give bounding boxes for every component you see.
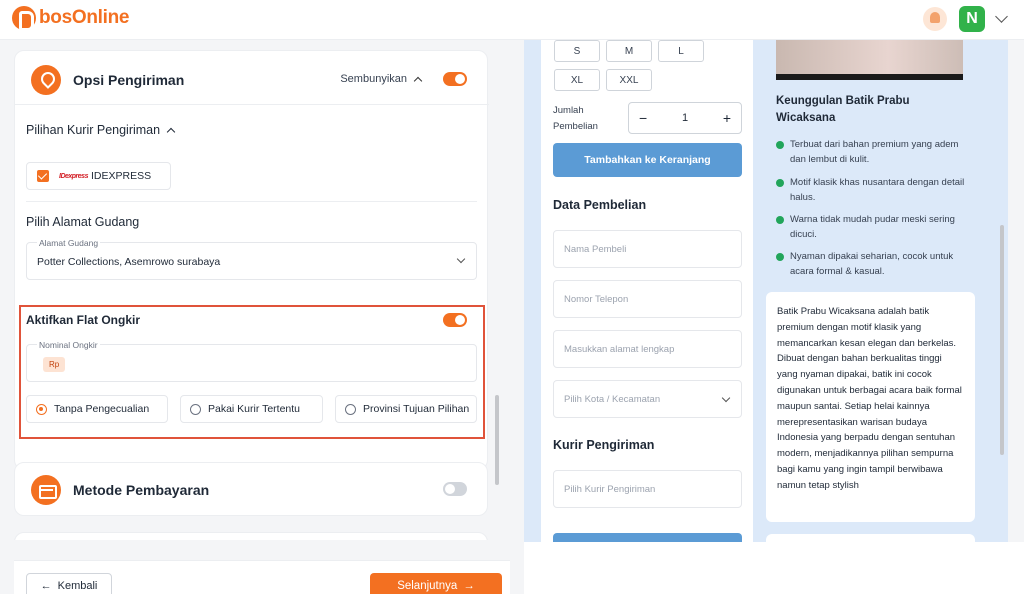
courier-checkbox[interactable] — [37, 170, 49, 182]
footer-bar: ← Kembali Selanjutnya → — [14, 560, 510, 594]
logo-icon — [12, 6, 36, 31]
nominal-field-label: Nominal Ongkir — [37, 340, 100, 350]
product-description: Batik Prabu Wicaksana adalah batik premi… — [766, 292, 975, 522]
check-icon — [776, 141, 784, 149]
top-bar: bosOnline N — [0, 0, 1024, 40]
shipping-header: Opsi Pengiriman — [31, 65, 184, 95]
check-icon — [776, 253, 784, 261]
size-option-m[interactable]: M — [606, 40, 652, 62]
size-option-l[interactable]: L — [658, 40, 704, 62]
courier-title: Kurir Pengiriman — [553, 438, 655, 452]
arrow-left-icon: ← — [40, 580, 52, 592]
divider — [15, 104, 489, 105]
divider — [26, 201, 477, 202]
courier-name: IDEXPRESS — [91, 170, 152, 182]
app-name: bosOnline — [39, 7, 130, 28]
chevron-down-icon — [721, 393, 731, 403]
advantage-item: Motif klasik khas nusantara dengan detai… — [776, 175, 966, 205]
avatar[interactable]: N — [959, 6, 985, 32]
quantity-stepper[interactable]: − 1 + — [628, 102, 742, 134]
payment-header: Metode Pembayaran — [31, 475, 209, 505]
flat-shipping-toggle[interactable] — [443, 313, 467, 327]
payment-title: Metode Pembayaran — [73, 482, 210, 498]
radio-selected[interactable] — [36, 403, 47, 415]
courier-select[interactable]: Pilih Kurir Pengiriman — [553, 470, 742, 508]
city-placeholder: Pilih Kota / Kecamatan — [564, 393, 661, 405]
phone-input[interactable]: Nomor Telepon — [553, 280, 742, 318]
advantage-text: Motif klasik khas nusantara dengan detai… — [790, 177, 965, 203]
radio-option-no-exception[interactable]: Tanpa Pengecualian — [26, 395, 168, 423]
next-button[interactable]: Selanjutnya → — [370, 573, 502, 594]
warehouse-select[interactable]: Alamat Gudang Potter Collections, Asemro… — [26, 238, 477, 280]
editor-panel: Opsi Pengiriman Sembunyikan Pilihan Kuri… — [0, 40, 500, 540]
radio-unselected[interactable] — [345, 403, 356, 415]
advantage-item: Warna tidak mudah pudar meski sering dic… — [776, 212, 966, 242]
radio-option-destination-province[interactable]: Provinsi Tujuan Pilihan — [335, 395, 477, 423]
credit-card-icon — [31, 475, 61, 505]
check-icon — [776, 179, 784, 187]
app-logo[interactable]: bosOnline — [12, 6, 130, 31]
flat-shipping-title: Aktifkan Flat Ongkir — [26, 313, 141, 327]
quantity-label: Jumlah Pembelian — [553, 105, 598, 132]
plus-icon[interactable]: + — [723, 110, 731, 126]
payment-method-card: Metode Pembayaran — [14, 462, 488, 516]
courier-section-title: Pilihan Kurir Pengiriman — [26, 123, 161, 137]
chevron-down-icon — [456, 254, 466, 264]
idexpress-logo: IDexpress — [59, 172, 88, 180]
payment-toggle[interactable] — [443, 482, 467, 496]
radio-label: Pakai Kurir Tertentu — [208, 403, 301, 415]
preview-scrollbar[interactable] — [1000, 225, 1004, 455]
radio-label: Tanpa Pengecualian — [54, 403, 150, 415]
bottom-area — [524, 542, 1024, 594]
chevron-up-icon — [413, 76, 423, 85]
courier-option-idexpress[interactable]: IDexpress IDEXPRESS — [26, 162, 171, 190]
advantage-item: Terbuat dari bahan premium yang adem dan… — [776, 137, 966, 167]
size-option-xl[interactable]: XL — [554, 69, 600, 91]
advantage-item: Nyaman dipakai seharian, cocok untuk aca… — [776, 249, 966, 279]
add-to-cart-button[interactable]: Tambahkan ke Keranjang — [553, 143, 742, 177]
back-button[interactable]: ← Kembali — [26, 573, 112, 594]
radio-option-specific-courier[interactable]: Pakai Kurir Tertentu — [180, 395, 323, 423]
scrollbar[interactable] — [495, 395, 499, 485]
next-section-card — [14, 532, 488, 540]
advantage-text: Terbuat dari bahan premium yang adem dan… — [790, 139, 959, 165]
hide-label: Sembunyikan — [340, 73, 407, 85]
shipping-title: Opsi Pengiriman — [73, 72, 185, 88]
size-option-s[interactable]: S — [554, 40, 600, 62]
buyer-name-input[interactable]: Nama Pembeli — [553, 230, 742, 268]
warehouse-field-label: Alamat Gudang — [37, 238, 101, 248]
warehouse-section-title: Pilih Alamat Gudang — [26, 215, 139, 229]
next-preview-card — [766, 534, 975, 542]
size-option-xxl[interactable]: XXL — [606, 69, 652, 91]
check-icon — [776, 216, 784, 224]
shipping-toggle[interactable] — [443, 72, 467, 86]
nominal-shipping-input[interactable]: Nominal Ongkir Rp — [26, 340, 477, 382]
purchase-data-title: Data Pembelian — [553, 198, 647, 212]
advantage-text: Warna tidak mudah pudar meski sering dic… — [790, 214, 955, 240]
currency-badge: Rp — [43, 357, 66, 372]
radio-label: Provinsi Tujuan Pilihan — [363, 403, 470, 415]
quantity-value: 1 — [681, 112, 689, 124]
courier-section-toggle[interactable]: Pilihan Kurir Pengiriman — [26, 123, 176, 137]
advantages-title: Keunggulan Batik Prabu Wicaksana — [776, 95, 910, 124]
chevron-down-icon[interactable] — [995, 10, 1008, 23]
notification-icon[interactable] — [923, 7, 947, 31]
advantage-text: Nyaman dipakai seharian, cocok untuk aca… — [790, 251, 954, 277]
address-input[interactable]: Masukkan alamat lengkap — [553, 330, 742, 368]
back-label: Kembali — [57, 580, 98, 592]
product-image — [776, 40, 963, 80]
location-pin-icon — [31, 65, 61, 95]
top-right-controls: N — [923, 6, 1008, 32]
minus-icon[interactable]: − — [639, 110, 647, 126]
warehouse-value: Potter Collections, Asemrowo surabaya — [37, 256, 221, 268]
chevron-up-icon — [166, 127, 176, 136]
order-button[interactable] — [553, 533, 742, 542]
city-select[interactable]: Pilih Kota / Kecamatan — [553, 380, 742, 418]
warehouse-title: Pilih Alamat Gudang — [26, 215, 140, 229]
shipping-options-card: Opsi Pengiriman Sembunyikan Pilihan Kuri… — [14, 50, 489, 470]
arrow-right-icon: → — [463, 580, 475, 592]
radio-unselected[interactable] — [190, 403, 201, 415]
next-label: Selanjutnya — [397, 580, 458, 592]
hide-section-button[interactable]: Sembunyikan — [340, 73, 423, 85]
